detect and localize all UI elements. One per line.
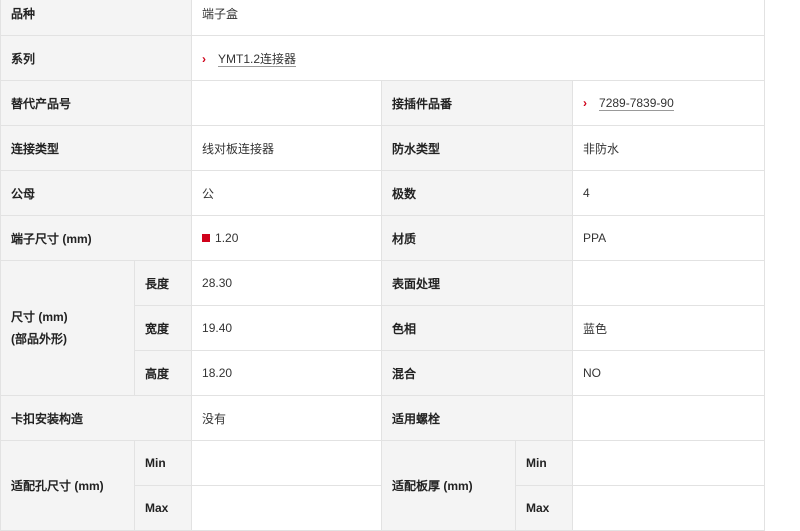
connection-type-label: 连接类型	[0, 125, 193, 171]
bolt-label: 适用螺栓	[381, 395, 574, 441]
color-label: 色相	[381, 305, 574, 351]
waterproof-label: 防水类型	[381, 125, 574, 171]
mixed-label: 混合	[381, 350, 574, 396]
color-swatch-icon	[202, 234, 211, 242]
panel-min-value	[572, 440, 766, 486]
poles-value: 4	[572, 170, 766, 216]
surface-value	[572, 260, 766, 306]
terminal-size-label: 端子尺寸 (mm)	[0, 215, 193, 261]
poles-label: 极数	[381, 170, 574, 216]
height-value: 18.20	[191, 350, 383, 396]
length-label: 長度	[133, 260, 193, 306]
row-category: 品种 端子盒	[0, 0, 766, 36]
row-terminal-size: 端子尺寸 (mm) 1.20 材质 PPA	[0, 215, 766, 261]
terminal-size-value: 1.20	[191, 215, 383, 261]
series-link[interactable]: YMT1.2连接器	[218, 51, 297, 67]
clip-value: 没有	[191, 395, 383, 441]
row-clip: 卡扣安装构造 没有 适用螺栓	[0, 395, 766, 441]
mating-part-label: 接插件品番	[381, 80, 574, 126]
width-value: 19.40	[191, 305, 383, 351]
hole-min-label: Min	[133, 440, 193, 486]
waterproof-value: 非防水	[572, 125, 766, 171]
hole-max-value	[191, 485, 383, 531]
row-gender: 公母 公 极数 4	[0, 170, 766, 216]
clip-label: 卡扣安装构造	[0, 395, 193, 441]
dimensions-label: 尺寸 (mm) (部品外形)	[0, 260, 135, 396]
connection-type-value: 线对板连接器	[191, 125, 383, 171]
length-value: 28.30	[191, 260, 383, 306]
spec-table: 品种 端子盒 系列 › YMT1.2连接器 替代产品号 接插件品番 › 7289-7…	[0, 0, 766, 531]
row-hole-min: 适配孔尺寸 (mm) Min 适配板厚 (mm) Min	[0, 440, 766, 531]
hole-min-value	[191, 440, 383, 486]
terminal-size-text: 1.20	[215, 231, 239, 245]
width-label: 宽度	[133, 305, 193, 351]
panel-thickness-label: 适配板厚 (mm)	[381, 440, 517, 531]
row-alt-part: 替代产品号 接插件品番 › 7289-7839-90	[0, 80, 766, 126]
mating-part-link[interactable]: 7289-7839-90	[599, 96, 674, 111]
mixed-value: NO	[572, 350, 766, 396]
row-connection-type: 连接类型 线对板连接器 防水类型 非防水	[0, 125, 766, 171]
category-label: 品种	[0, 0, 193, 36]
mating-part-value: › 7289-7839-90	[572, 80, 766, 126]
chevron-right-icon: ›	[583, 96, 588, 110]
hole-size-label: 适配孔尺寸 (mm)	[0, 440, 135, 531]
bolt-value	[572, 395, 766, 441]
chevron-right-icon: ›	[202, 51, 207, 66]
row-series: 系列 › YMT1.2连接器	[0, 35, 766, 81]
dimensions-label-line1: 尺寸 (mm)	[11, 310, 68, 324]
series-label: 系列	[0, 35, 193, 81]
alt-part-label: 替代产品号	[0, 80, 193, 126]
surface-label: 表面处理	[381, 260, 574, 306]
row-dimension-length: 尺寸 (mm) (部品外形) 長度 28.30 表面处理	[0, 260, 766, 396]
panel-min-label: Min	[515, 440, 574, 486]
panel-max-value	[572, 485, 766, 531]
dimensions-label-line2: (部品外形)	[11, 332, 67, 346]
material-label: 材质	[381, 215, 574, 261]
hole-max-label: Max	[133, 485, 193, 531]
category-value: 端子盒	[191, 0, 766, 36]
height-label: 高度	[133, 350, 193, 396]
gender-value: 公	[191, 170, 383, 216]
panel-max-label: Max	[515, 485, 574, 531]
material-value: PPA	[572, 215, 766, 261]
gender-label: 公母	[0, 170, 193, 216]
alt-part-value	[191, 80, 383, 126]
series-value: › YMT1.2连接器	[191, 35, 766, 81]
color-value: 蓝色	[572, 305, 766, 351]
